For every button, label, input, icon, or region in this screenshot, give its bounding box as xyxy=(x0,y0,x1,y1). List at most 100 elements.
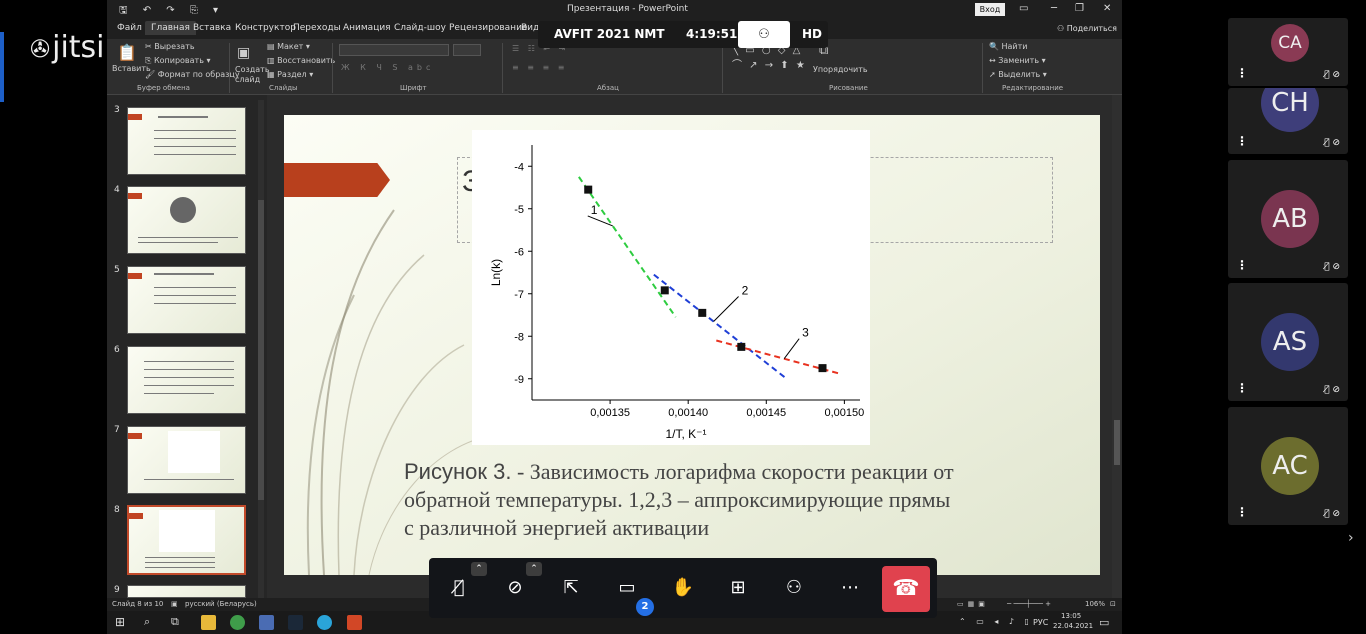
slide-thumbnail[interactable] xyxy=(127,426,246,494)
layout-button[interactable]: ▤ Макет ▾ xyxy=(267,42,310,51)
tab-transitions[interactable]: Переходы xyxy=(293,23,341,33)
hangup-button[interactable]: ☎ xyxy=(882,566,930,612)
tile-view-icon[interactable]: ⊞ xyxy=(723,573,753,603)
sign-in-button[interactable]: Вход xyxy=(975,3,1005,16)
zoom-slider[interactable]: ─ ───┼─── + xyxy=(1007,600,1051,608)
font-family-select[interactable] xyxy=(339,44,449,56)
task-view-icon[interactable]: ⧉ xyxy=(171,615,179,629)
filmstrip-toggle-icon[interactable]: › xyxy=(1348,530,1354,546)
tab-design[interactable]: Конструктор xyxy=(235,23,296,33)
tab-view[interactable]: Вид xyxy=(521,23,539,33)
mic-options-caret[interactable]: ⌃ xyxy=(471,562,487,576)
screen-share-icon[interactable]: ⇱ xyxy=(556,573,586,603)
ribbon-display-icon[interactable]: ▭ xyxy=(1019,3,1028,14)
font-group-label: Шрифт xyxy=(400,84,427,92)
chart-image[interactable]: -4 -5 -6 -7 -8 -9 0,00135 0,00140 0,00145 0,00150… xyxy=(472,130,870,445)
invite-people-icon[interactable]: ⚇ xyxy=(779,573,809,603)
reset-button[interactable]: ▥ Восстановить xyxy=(267,56,335,65)
save-app-icon[interactable] xyxy=(259,615,274,630)
maximize-icon[interactable]: ❐ xyxy=(1075,3,1084,14)
tab-home[interactable]: Главная xyxy=(145,21,196,35)
participant-tile[interactable]: CA ⋮ 🎙̸ ⊘ xyxy=(1228,18,1348,86)
slide-caption[interactable]: Рисунок 3. - Зависимость логарифма скоро… xyxy=(404,458,964,542)
participants-group-icon[interactable]: ⚇ xyxy=(738,21,790,48)
slide-thumbnail[interactable] xyxy=(127,107,246,175)
participant-menu-icon[interactable]: ⋮ xyxy=(1236,381,1248,395)
shapes-gallery[interactable]: ╲ ▭ ○ ◇ △ ⌒ ↗ → ⬆ ★ xyxy=(732,45,807,71)
tab-animations[interactable]: Анимация xyxy=(343,23,391,33)
replace-button[interactable]: ↔ Заменить ▾ xyxy=(989,56,1046,65)
section-button[interactable]: ▦ Раздел ▾ xyxy=(267,70,313,79)
participant-menu-icon[interactable]: ⋮ xyxy=(1236,134,1248,148)
replace-label: Заменить xyxy=(998,56,1040,65)
microphone-muted-icon[interactable]: 🎙̸ xyxy=(444,573,474,603)
font-format-buttons[interactable]: Ж К Ч S abc xyxy=(341,63,434,72)
quick-access-toolbar[interactable]: 🖫 ↶ ↷ ⎘ ▾ xyxy=(119,3,224,20)
participant-menu-icon[interactable]: ⋮ xyxy=(1236,505,1248,519)
muted-icons: 🎙̸ ⊘ xyxy=(1324,138,1340,148)
tab-insert[interactable]: Вставка xyxy=(193,23,231,33)
camera-off-icon[interactable]: ⊘ xyxy=(500,573,530,603)
language-indicator[interactable]: русский (Беларусь) xyxy=(185,600,257,608)
participant-menu-icon[interactable]: ⋮ xyxy=(1236,258,1248,272)
participant-tile[interactable]: AC ⋮ 🎙̸ ⊘ xyxy=(1228,407,1348,525)
arrange-button[interactable]: Упорядочить xyxy=(813,65,868,74)
slide-thumbnail[interactable] xyxy=(127,346,246,414)
view-buttons[interactable]: ▭▦▣ xyxy=(957,600,989,608)
select-button[interactable]: ➚ Выделить ▾ xyxy=(989,70,1047,79)
close-icon[interactable]: ✕ xyxy=(1103,3,1111,14)
notifications-icon[interactable]: ▭ xyxy=(1099,616,1109,629)
start-icon[interactable]: ⊞ xyxy=(115,615,125,629)
video-quality-label[interactable]: HD xyxy=(802,27,822,41)
find-button[interactable]: 🔍 Найти xyxy=(989,42,1028,51)
slide-number: 6 xyxy=(114,345,120,355)
participant-tile[interactable]: AB ⋮ 🎙̸ ⊘ xyxy=(1228,160,1348,278)
font-size-select[interactable] xyxy=(453,44,481,56)
camera-options-caret[interactable]: ⌃ xyxy=(526,562,542,576)
raise-hand-icon[interactable]: ✋ xyxy=(668,573,698,603)
new-slide-button[interactable]: Создать слайд xyxy=(235,65,270,85)
current-slide[interactable]: З -4-5-6-7-8-90,001350,001400,001450,001… xyxy=(284,115,1100,575)
participant-tile[interactable]: CH ⋮ 🎙̸ ⊘ xyxy=(1228,88,1348,154)
clock-date[interactable]: 22.04.2021 xyxy=(1053,622,1093,630)
participant-menu-icon[interactable]: ⋮ xyxy=(1236,66,1248,80)
system-tray-icons[interactable]: ⌃ ▭ ◂ ♪ ▯ xyxy=(959,617,1033,626)
telegram-icon[interactable] xyxy=(317,615,332,630)
scrollbar-thumb[interactable] xyxy=(258,200,264,500)
zoom-level[interactable]: 106% xyxy=(1085,600,1105,608)
muted-icons: 🎙̸ ⊘ xyxy=(1324,262,1340,272)
powerpoint-icon[interactable] xyxy=(347,615,362,630)
slide-thumbnail[interactable] xyxy=(127,186,246,254)
cut-button[interactable]: ✂ Вырезать xyxy=(145,42,195,51)
participant-tile[interactable]: AS ⋮ 🎙̸ ⊘ xyxy=(1228,283,1348,401)
minimize-icon[interactable]: ─ xyxy=(1051,3,1057,14)
ribbon-separator xyxy=(722,43,723,93)
fit-slide-icon[interactable]: ⊡ xyxy=(1110,600,1116,608)
slide-thumbnail[interactable] xyxy=(127,585,246,598)
align-buttons[interactable]: ≡ ≡ ≡ ≡ xyxy=(512,63,567,72)
copy-button[interactable]: ⎘ Копировать ▾ xyxy=(145,56,210,66)
search-icon[interactable]: ⌕ xyxy=(144,615,150,629)
paste-icon[interactable]: 📋 xyxy=(117,43,137,62)
new-slide-icon[interactable]: ▣ xyxy=(237,45,250,61)
scrollbar-thumb[interactable] xyxy=(1114,420,1120,465)
tab-file[interactable]: Файл xyxy=(117,23,142,33)
steam-icon[interactable] xyxy=(288,615,303,630)
share-button[interactable]: ⚇ Поделиться xyxy=(1057,24,1117,33)
slide-thumbnail-selected[interactable] xyxy=(127,505,246,575)
more-options-icon[interactable]: ⋯ xyxy=(835,573,865,603)
file-explorer-icon[interactable] xyxy=(201,615,216,630)
thumbnail-scrollbar[interactable] xyxy=(258,100,264,598)
chart-svg: -4 -5 -6 -7 -8 -9 0,00135 0,00140 0,00145 0,00150… xyxy=(489,145,864,441)
format-painter-button[interactable]: 🖌 Формат по образцу xyxy=(145,70,240,79)
tab-slideshow[interactable]: Слайд-шоу xyxy=(394,23,446,33)
tab-review[interactable]: Рецензирование xyxy=(449,23,527,33)
chrome-icon[interactable] xyxy=(230,615,245,630)
editor-scrollbar[interactable] xyxy=(1112,95,1122,598)
window-title: Презентация - PowerPoint xyxy=(567,4,688,14)
slide-thumbnail[interactable] xyxy=(127,266,246,334)
chat-icon[interactable]: ▭ xyxy=(612,573,642,603)
spellcheck-icon[interactable]: ▣ xyxy=(171,600,178,608)
clock-time[interactable]: 13:05 xyxy=(1061,612,1081,620)
input-language[interactable]: РУС xyxy=(1033,618,1048,627)
